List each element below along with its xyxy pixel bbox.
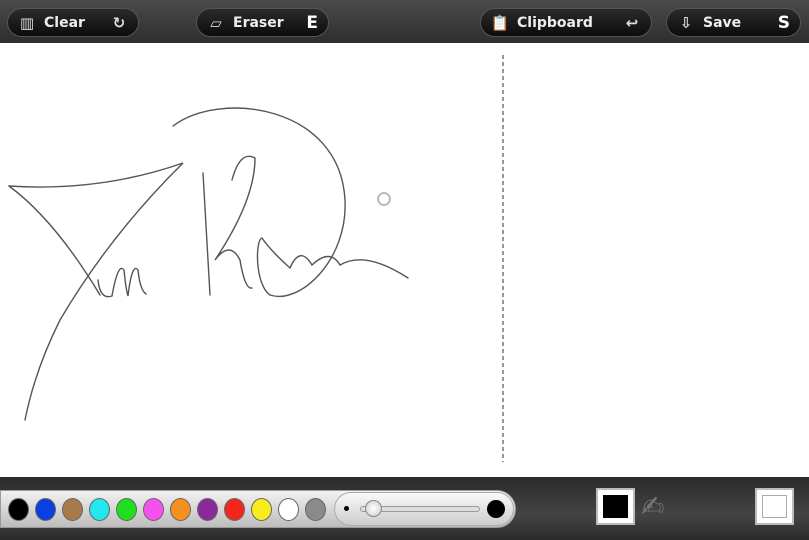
background-color-swatch[interactable] [755,488,794,525]
signature-stroke [8,107,409,421]
color-swatch[interactable] [278,498,299,521]
clipboard-icon: 📋 [490,13,510,32]
undo-circle-icon: ↻ [112,13,126,32]
color-swatch[interactable] [305,498,326,521]
save-button[interactable]: ⇩ Save S [666,8,801,37]
color-swatch[interactable] [62,498,83,521]
return-arrow-icon: ↩ [625,13,639,32]
color-swatch[interactable] [116,498,137,521]
color-swatch[interactable] [8,498,29,521]
clear-button[interactable]: ▥ Clear ↻ [7,8,139,37]
eraser-button[interactable]: ▱ Eraser E [196,8,329,37]
color-swatch[interactable] [35,498,56,521]
save-download-icon: ⇩ [679,13,693,32]
large-brush-icon [487,500,505,518]
color-swatch[interactable] [170,498,191,521]
color-swatch[interactable] [224,498,245,521]
small-brush-icon [344,506,349,511]
color-swatch[interactable] [143,498,164,521]
cursor-indicator [377,192,391,206]
color-swatch[interactable] [197,498,218,521]
trash-icon: ▥ [19,13,35,32]
current-color-swatch[interactable] [596,488,635,525]
eraser-icon: ▱ [210,13,222,32]
color-swatch[interactable] [89,498,110,521]
color-swatch[interactable] [251,498,272,521]
drawing-canvas[interactable] [0,43,809,477]
toolbar: ▥ Clear ↻ ▱ Eraser E 📋 Clipboard ↩ ⇩ Sav… [0,0,809,43]
eraser-shortcut: E [306,12,318,33]
pen-hand-icon[interactable]: ✍ [641,490,681,524]
save-shortcut: S [777,12,790,33]
clipboard-button[interactable]: 📋 Clipboard ↩ [480,8,652,37]
slider-thumb[interactable] [365,500,383,517]
